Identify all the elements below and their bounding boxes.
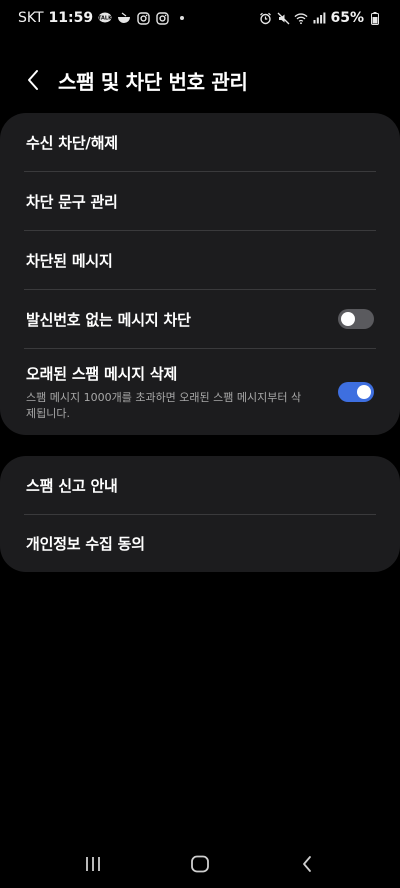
wifi-icon <box>294 11 309 25</box>
back-button[interactable] <box>18 60 48 100</box>
row-label: 스팸 신고 안내 <box>26 476 118 495</box>
recent-apps-button[interactable] <box>63 844 123 884</box>
row-block-unblock[interactable]: 수신 차단/해제 <box>0 113 400 171</box>
recent-apps-icon <box>86 857 101 871</box>
notification-dot-icon <box>180 16 185 20</box>
row-block-unknown-sender[interactable]: 발신번호 없는 메시지 차단 <box>0 290 400 348</box>
chevron-left-icon <box>28 70 38 90</box>
status-bar-right: 65% <box>258 10 382 26</box>
status-bar-left: SKT 11:59 TALK <box>18 10 185 26</box>
toggle-knob <box>357 385 371 399</box>
battery-percent: 65% <box>330 10 364 26</box>
row-label: 수신 차단/해제 <box>26 133 118 152</box>
alarm-icon <box>258 11 272 25</box>
row-description: 스팸 메시지 1000개를 초과하면 오래된 스팸 메시지부터 삭제됩니다. <box>26 390 302 420</box>
clock: 11:59 <box>48 10 94 26</box>
delete-old-spam-toggle[interactable] <box>338 382 374 402</box>
instagram-icon <box>136 11 150 25</box>
toggle-knob <box>341 312 355 326</box>
bowl-icon <box>117 11 131 25</box>
talk-icon: TALK <box>98 11 112 25</box>
back-icon <box>302 856 311 872</box>
row-label: 발신번호 없는 메시지 차단 <box>26 310 191 329</box>
row-label: 차단 문구 관리 <box>26 192 118 211</box>
app-header: 스팸 및 차단 번호 관리 <box>0 60 400 100</box>
row-spam-report-guide[interactable]: 스팸 신고 안내 <box>0 456 400 514</box>
nav-back-button[interactable] <box>277 844 337 884</box>
row-text: 오래된 스팸 메시지 삭제 스팸 메시지 1000개를 초과하면 오래된 스팸 … <box>26 363 338 422</box>
page-title: 스팸 및 차단 번호 관리 <box>58 69 248 94</box>
row-label: 차단된 메시지 <box>26 251 113 270</box>
row-label: 오래된 스팸 메시지 삭제 <box>26 364 178 383</box>
status-bar: SKT 11:59 TALK 65% <box>0 0 400 36</box>
home-button[interactable] <box>170 844 230 884</box>
mute-icon <box>276 11 290 25</box>
row-blocked-messages[interactable]: 차단된 메시지 <box>0 231 400 289</box>
signal-icon <box>312 11 326 25</box>
settings-card-blocking: 수신 차단/해제 차단 문구 관리 차단된 메시지 발신번호 없는 메시지 차단… <box>0 113 400 435</box>
row-label: 개인정보 수집 동의 <box>26 535 145 553</box>
carrier-label: SKT <box>18 10 44 26</box>
home-icon <box>191 855 209 873</box>
row-blocked-phrases[interactable]: 차단 문구 관리 <box>0 172 400 230</box>
svg-text:TALK: TALK <box>98 16 112 22</box>
row-privacy-consent[interactable]: 개인정보 수집 동의 <box>0 515 400 572</box>
navigation-bar <box>0 840 400 888</box>
settings-card-info: 스팸 신고 안내 개인정보 수집 동의 <box>0 456 400 572</box>
battery-icon <box>368 11 382 25</box>
instagram-icon <box>155 11 169 25</box>
row-delete-old-spam[interactable]: 오래된 스팸 메시지 삭제 스팸 메시지 1000개를 초과하면 오래된 스팸 … <box>0 349 400 435</box>
block-unknown-sender-toggle[interactable] <box>338 309 374 329</box>
